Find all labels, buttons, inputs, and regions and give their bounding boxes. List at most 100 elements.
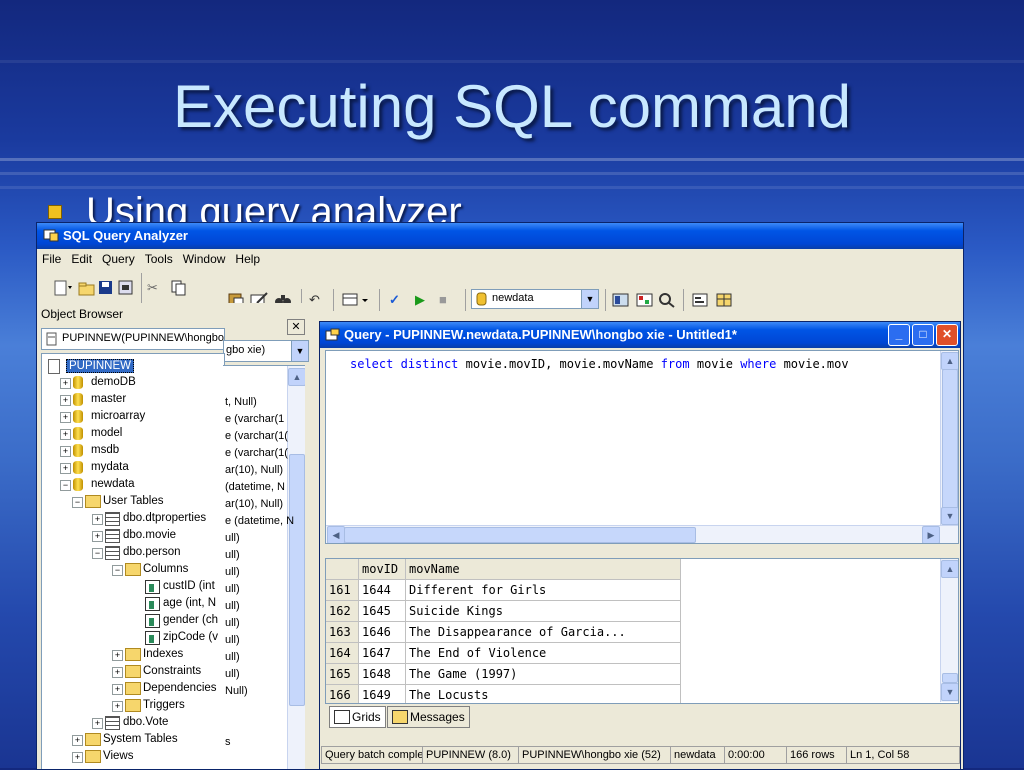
tree-node[interactable]: + msdb (42, 443, 222, 459)
tree-node[interactable]: − User Tables (42, 494, 222, 510)
table-row[interactable]: 161 1644 Different for Girls (326, 579, 681, 601)
collapse-icon[interactable]: − (60, 480, 71, 491)
tree-node[interactable]: custID (int (42, 579, 222, 595)
row-number[interactable]: 165 (326, 663, 359, 685)
tree-node[interactable]: + Constraints (42, 664, 222, 680)
minimize-icon[interactable]: _ (888, 324, 910, 346)
menu-query[interactable]: Query (97, 249, 140, 266)
tree-node[interactable]: gender (ch (42, 613, 222, 629)
server-select-dropdown[interactable]: gbo xie) ▼ (223, 340, 309, 362)
parse-query-icon[interactable]: ✓ (389, 291, 400, 309)
collapse-icon[interactable]: − (92, 548, 103, 559)
tree-node[interactable]: + demoDB (42, 375, 222, 391)
cell-movid[interactable]: 1646 (358, 621, 406, 643)
close-icon[interactable]: ✕ (287, 319, 305, 335)
tree-node[interactable]: + Views (42, 749, 222, 765)
expand-icon[interactable]: + (72, 752, 83, 763)
open-folder-icon[interactable] (77, 279, 97, 297)
search-icon[interactable] (657, 291, 677, 309)
cell-movid[interactable]: 1647 (358, 642, 406, 664)
tree-node[interactable]: + mydata (42, 460, 222, 476)
execute-query-icon[interactable]: ▶ (415, 291, 425, 309)
table-row[interactable]: 166 1649 The Locusts (326, 684, 681, 703)
tree-node[interactable]: age (int, N (42, 596, 222, 612)
copy-icon[interactable] (169, 279, 187, 297)
expand-icon[interactable]: + (72, 735, 83, 746)
column-header-movname[interactable]: movName (405, 559, 681, 580)
tree-node[interactable]: + dbo.Vote (42, 715, 222, 731)
cut-icon[interactable]: ✂ (147, 279, 158, 297)
menu-edit[interactable]: Edit (66, 249, 97, 266)
cancel-query-icon[interactable]: ■ (439, 291, 447, 309)
sql-text[interactable]: select distinct movie.movID, movie.movNa… (350, 357, 849, 371)
object-search-icon[interactable] (635, 291, 655, 309)
cell-movid[interactable]: 1649 (358, 684, 406, 703)
editor-hscrollbar[interactable]: ◀ ▶ (326, 525, 958, 543)
cell-movid[interactable]: 1648 (358, 663, 406, 685)
properties-icon[interactable] (691, 291, 711, 309)
scrollbar-thumb[interactable] (344, 527, 696, 543)
load-script-icon[interactable] (117, 279, 135, 297)
tree-node[interactable]: + microarray (42, 409, 222, 425)
cell-movid[interactable]: 1644 (358, 579, 406, 601)
tree-node[interactable]: + model (42, 426, 222, 442)
cell-movname[interactable]: The End of Violence (405, 642, 681, 664)
expand-icon[interactable]: + (112, 667, 123, 678)
tree-node[interactable]: + master (42, 392, 222, 408)
tree-node[interactable]: + Dependencies (42, 681, 222, 697)
scroll-down-icon[interactable]: ▼ (941, 683, 958, 701)
row-number[interactable]: 166 (326, 684, 359, 703)
save-icon[interactable] (97, 279, 115, 297)
tree-scrollbar[interactable]: ▲ (287, 366, 305, 769)
server-select[interactable]: PUPINNEW(PUPINNEW\hongbo xie) (41, 328, 225, 350)
cell-movname[interactable]: The Disappearance of Garcia... (405, 621, 681, 643)
tree-node[interactable]: + Triggers (42, 698, 222, 714)
tree-node[interactable]: − newdata (42, 477, 222, 493)
grid-vscrollbar[interactable]: ▲ ▼ (940, 559, 958, 702)
collapse-icon[interactable]: − (112, 565, 123, 576)
cell-movname[interactable]: The Locusts (405, 684, 681, 703)
scroll-right-icon[interactable]: ▶ (922, 526, 940, 543)
row-number[interactable]: 163 (326, 621, 359, 643)
scroll-down-icon[interactable]: ▼ (941, 507, 958, 525)
grid-options-icon[interactable] (715, 291, 735, 309)
cell-movid[interactable]: 1645 (358, 600, 406, 622)
scrollbar-thumb[interactable] (289, 454, 305, 706)
expand-icon[interactable]: + (92, 514, 103, 525)
expand-icon[interactable]: + (60, 412, 71, 423)
scroll-up-icon[interactable]: ▲ (941, 352, 958, 370)
menu-file[interactable]: File (37, 249, 66, 266)
collapse-icon[interactable]: − (72, 497, 83, 508)
row-number[interactable]: 162 (326, 600, 359, 622)
expand-icon[interactable]: + (60, 429, 71, 440)
close-icon[interactable]: ✕ (936, 324, 958, 346)
table-row[interactable]: 164 1647 The End of Violence (326, 642, 681, 664)
cell-movname[interactable]: Suicide Kings (405, 600, 681, 622)
database-select[interactable]: newdata ▼ (471, 289, 599, 309)
tree-node[interactable]: zipCode (v (42, 630, 222, 646)
tree-node[interactable]: + dbo.movie (42, 528, 222, 544)
cell-movname[interactable]: Different for Girls (405, 579, 681, 601)
menu-window[interactable]: Window (178, 249, 231, 266)
expand-icon[interactable]: + (60, 378, 71, 389)
maximize-icon[interactable]: □ (912, 324, 934, 346)
row-number[interactable]: 161 (326, 579, 359, 601)
expand-icon[interactable]: + (60, 463, 71, 474)
sql-editor[interactable]: select distinct movie.movID, movie.movNa… (325, 350, 959, 544)
expand-icon[interactable]: + (60, 446, 71, 457)
scroll-up-icon[interactable]: ▲ (941, 560, 958, 578)
menu-help[interactable]: Help (230, 249, 265, 266)
tab-messages[interactable]: Messages (387, 706, 470, 728)
editor-vscrollbar[interactable]: ▲ ▼ (940, 351, 958, 525)
tree-node[interactable]: − dbo.person (42, 545, 222, 561)
scrollbar-thumb[interactable] (942, 369, 958, 511)
tree-node[interactable]: PUPINNEW (42, 358, 222, 374)
chevron-down-icon[interactable]: ▼ (581, 290, 598, 308)
undo-icon[interactable]: ↶ (309, 291, 320, 309)
tree-node[interactable]: + Indexes (42, 647, 222, 663)
column-header-movid[interactable]: movID (358, 559, 406, 580)
row-number[interactable]: 164 (326, 642, 359, 664)
expand-icon[interactable]: + (112, 701, 123, 712)
scroll-left-icon[interactable]: ◀ (327, 526, 345, 543)
expand-icon[interactable]: + (92, 531, 103, 542)
